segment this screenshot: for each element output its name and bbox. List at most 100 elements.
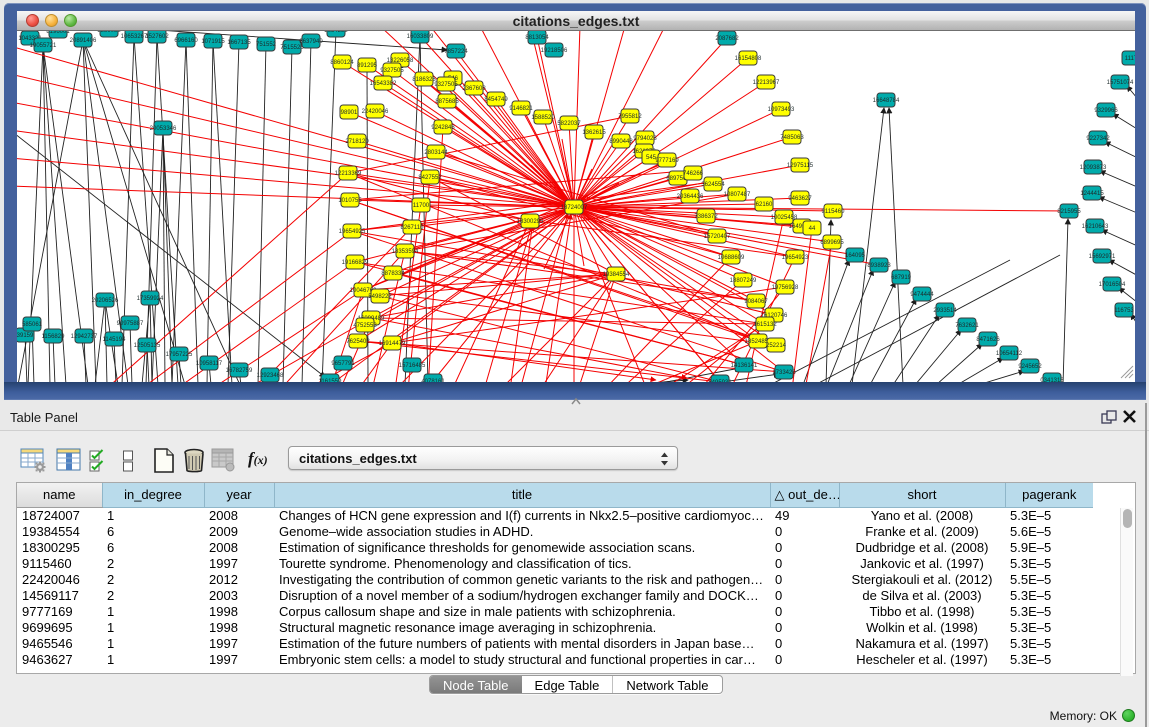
svg-text:9327505: 9327505 [380,68,404,74]
svg-text:8267110: 8267110 [401,225,425,231]
svg-text:1733426: 1733426 [772,370,796,376]
svg-text:15751074: 15751074 [1107,80,1134,86]
svg-text:4752553: 4752553 [353,323,377,329]
svg-text:16543382: 16543382 [370,81,397,87]
svg-text:5822037: 5822037 [557,121,581,127]
svg-text:7857224: 7857224 [444,49,468,55]
svg-text:1362615: 1362615 [582,130,606,136]
svg-text:16782759: 16782759 [226,368,253,374]
svg-text:16033809: 16033809 [407,34,434,40]
svg-text:10654112: 10654112 [996,351,1023,357]
svg-text:9115460: 9115460 [822,209,846,215]
svg-text:0341316: 0341316 [1040,378,1064,382]
svg-text:9657791: 9657791 [331,361,355,367]
svg-text:8990448: 8990448 [609,139,633,145]
svg-text:20053346: 20053346 [150,126,177,132]
svg-text:1527602: 1527602 [145,34,169,40]
svg-text:15720407: 15720407 [704,234,731,240]
svg-text:9794028: 9794028 [633,136,657,142]
svg-text:1588520: 1588520 [531,115,555,121]
svg-text:9329966: 9329966 [1094,108,1118,114]
svg-text:2718120: 2718120 [345,139,369,145]
svg-text:9327505: 9327505 [434,82,458,88]
svg-text:9242848: 9242848 [431,125,455,131]
svg-text:3389083: 3389083 [97,31,121,34]
svg-text:746266: 746266 [683,171,704,177]
svg-text:98901: 98901 [341,110,358,116]
svg-text:8860124: 8860124 [330,60,354,66]
svg-text:7386372: 7386372 [694,214,718,220]
svg-text:3624554: 3624554 [701,182,725,188]
svg-text:116753: 116753 [1114,308,1134,314]
svg-text:585061: 585061 [22,322,43,328]
svg-text:12213369: 12213369 [335,171,362,177]
svg-text:12093873: 12093873 [1080,165,1107,171]
svg-text:22420046: 22420046 [362,109,389,115]
svg-text:18300295: 18300295 [517,219,544,225]
svg-text:1010755: 1010755 [338,198,362,204]
svg-text:17016504: 17016504 [1099,282,1126,288]
svg-text:1615132: 1615132 [753,322,777,328]
svg-text:5498222: 5498222 [368,294,392,300]
svg-text:1145194: 1145194 [103,337,127,343]
svg-text:1667135: 1667135 [227,40,251,46]
svg-text:9227342: 9227342 [1086,136,1110,142]
svg-text:8215955: 8215955 [1057,209,1081,215]
svg-text:8427552: 8427552 [418,175,442,181]
svg-text:62160: 62160 [756,202,773,208]
svg-text:7955812: 7955812 [618,114,642,120]
svg-text:9463627: 9463627 [788,196,812,202]
svg-text:8471626: 8471626 [976,337,1000,343]
svg-text:18807249: 18807249 [730,278,757,284]
svg-text:6899695: 6899695 [820,240,844,246]
svg-text:1071915: 1071915 [201,39,225,45]
svg-text:14136141: 14136141 [731,363,758,369]
svg-text:12942737: 12942737 [71,334,98,340]
svg-text:15716485: 15716485 [399,363,426,369]
svg-text:44: 44 [809,226,816,232]
svg-text:18724007: 18724007 [561,205,588,211]
svg-text:8637940: 8637940 [299,39,323,45]
svg-text:9245652: 9245652 [1018,364,1042,370]
svg-text:10653267: 10653267 [121,34,148,40]
svg-text:10688609: 10688609 [718,255,745,261]
svg-text:16648784: 16648784 [873,98,900,104]
svg-text:252214: 252214 [766,343,787,349]
svg-text:19384554: 19384554 [603,272,630,278]
svg-text:90975887: 90975887 [117,321,144,327]
svg-text:16210643: 16210643 [1082,224,1109,230]
svg-text:19218506: 19218506 [541,48,568,54]
svg-text:20891406: 20891406 [70,38,97,44]
svg-text:1161559: 1161559 [319,379,343,382]
svg-text:9146821: 9146821 [509,106,533,112]
svg-text:8938923: 8938923 [867,263,891,269]
svg-text:687919: 687919 [891,275,912,281]
svg-text:19756928: 19756928 [772,285,799,291]
svg-text:6966160: 6966160 [174,38,198,44]
svg-text:8878334: 8878334 [381,271,405,277]
svg-text:1117: 1117 [1125,56,1135,62]
svg-text:17957225: 17957225 [166,352,193,358]
svg-text:2933514: 2933514 [933,308,957,314]
svg-text:19055721: 19055721 [30,43,57,49]
svg-text:12505135: 12505135 [134,343,161,349]
svg-text:20364436: 20364436 [677,194,704,200]
svg-text:2803144: 2803144 [424,150,448,156]
svg-text:9777169: 9777169 [655,158,679,164]
svg-text:8875685: 8875685 [435,99,459,105]
svg-text:19654925: 19654925 [339,229,366,235]
svg-text:9084067: 9084067 [744,299,768,305]
svg-text:39159: 39159 [17,333,34,339]
svg-text:19654923: 19654923 [782,255,809,261]
svg-text:16154808: 16154808 [735,56,762,62]
svg-text:891295: 891295 [357,63,378,69]
svg-text:8186328: 8186328 [412,77,436,83]
svg-text:10958117: 10958117 [196,361,223,367]
svg-text:12975115: 12975115 [787,163,814,169]
svg-text:2087682: 2087682 [715,36,739,42]
svg-text:8454749: 8454749 [484,97,508,103]
svg-text:12923468: 12923468 [257,373,284,379]
svg-text:7485063: 7485063 [780,135,804,141]
svg-text:8196001: 8196001 [46,31,70,35]
svg-text:7515526: 7515526 [280,45,304,51]
